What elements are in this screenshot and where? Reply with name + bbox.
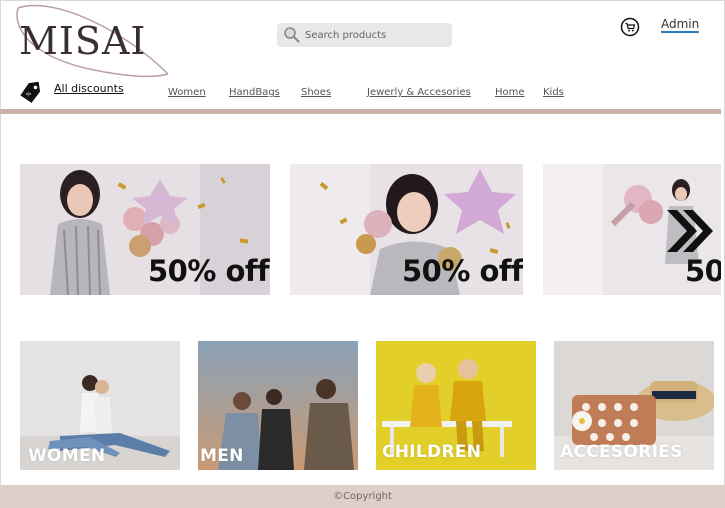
promo-banner[interactable]: 50% off [290,164,523,295]
brand-logo[interactable]: MISAI [14,0,170,80]
promo-offer-text: 50 [685,254,721,288]
nav-item-women[interactable]: Women [168,87,206,98]
promo-banner[interactable]: 50 [543,164,721,295]
search-bar[interactable] [277,23,452,47]
search-icon [283,26,301,48]
category-card-children[interactable]: CHILDREN [376,341,536,470]
nav-item-handbags[interactable]: HandBags [229,87,280,98]
promo-banner[interactable]: 50% off [20,164,270,295]
discount-tag-icon: % [18,80,44,108]
nav-item-shoes[interactable]: Shoes [301,87,331,98]
chevron-double-right-icon[interactable] [663,206,713,260]
search-input[interactable] [305,26,445,44]
category-card-women[interactable]: WOMEN [20,341,180,470]
category-label: MEN [200,446,244,466]
header-divider [0,109,721,114]
promo-offer-text: 50% off [148,254,270,288]
nav-item-jewelry-accessories[interactable]: Jewerly & Accesories [367,87,471,98]
admin-link[interactable]: Admin [661,18,700,33]
category-card-men[interactable]: MEN [198,341,358,470]
footer: ©Copyright [0,485,725,508]
logo-text: MISAI [19,19,147,63]
category-label: CHILDREN [382,442,482,462]
all-discounts-label: All discounts [54,82,124,95]
category-label: ACCESORIES [560,442,683,462]
category-label: WOMEN [28,446,106,466]
copyright-text: ©Copyright [333,491,392,502]
nav-item-home[interactable]: Home [495,87,525,98]
cart-icon[interactable] [620,17,640,37]
category-card-accessories[interactable]: ACCESORIES [554,341,714,470]
promo-offer-text: 50% off [402,254,523,288]
nav-item-kids[interactable]: Kids [543,87,564,98]
